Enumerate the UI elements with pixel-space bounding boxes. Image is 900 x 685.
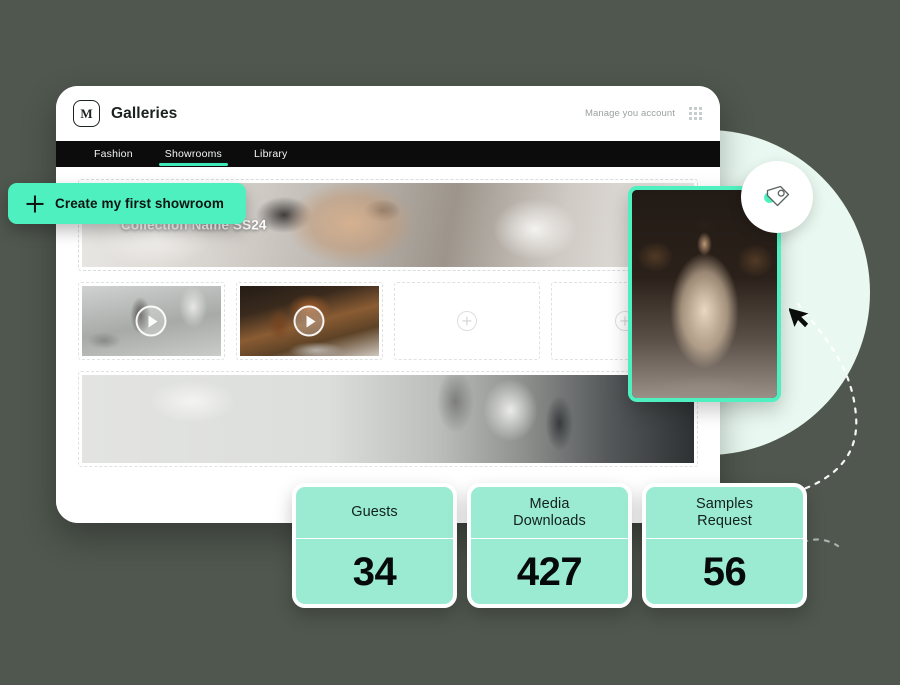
tag-badge[interactable] <box>741 161 813 233</box>
wide-photo-image <box>82 375 694 463</box>
stat-card-media-downloads: Media Downloads 427 <box>467 483 632 608</box>
wide-photo-slot[interactable] <box>78 371 698 467</box>
create-showroom-button[interactable]: Create my first showroom <box>8 183 246 224</box>
stat-value: 56 <box>702 549 747 594</box>
play-icon[interactable] <box>293 305 325 337</box>
screenshot-stage: M Galleries Manage you account Fashion S… <box>0 0 900 685</box>
stat-label-wrap: Guests <box>296 487 453 539</box>
stat-label: Guests <box>351 504 398 521</box>
brand[interactable]: M Galleries <box>73 100 177 127</box>
page-title: Galleries <box>111 104 178 122</box>
manage-account-link[interactable]: Manage you account <box>585 108 675 119</box>
stat-label: Samples Request <box>695 496 754 529</box>
stat-value-wrap: 56 <box>646 539 803 604</box>
thumbnail-slot-video-1[interactable] <box>78 282 225 360</box>
thumbnail-slot-empty-1[interactable] <box>393 282 541 360</box>
stats-row: Guests 34 Media Downloads 427 Samples Requ… <box>292 483 807 608</box>
app-logo-icon: M <box>73 100 100 127</box>
tab-showrooms[interactable]: Showrooms <box>149 141 238 167</box>
stat-value-wrap: 427 <box>471 539 628 604</box>
stat-card-guests: Guests 34 <box>292 483 457 608</box>
stat-label-wrap: Media Downloads <box>471 487 628 539</box>
thumbnail-row <box>78 282 698 360</box>
app-header: M Galleries Manage you account <box>56 86 720 141</box>
thumbnail-image <box>239 286 379 356</box>
plus-icon <box>26 195 43 212</box>
app-window: M Galleries Manage you account Fashion S… <box>56 86 720 523</box>
stat-label: Media Downloads <box>513 496 586 529</box>
plus-icon[interactable] <box>456 311 477 331</box>
create-showroom-label: Create my first showroom <box>55 196 224 211</box>
thumbnail-slot-video-2[interactable] <box>235 282 383 360</box>
logo-letter: M <box>80 106 93 121</box>
tab-strip: Fashion Showrooms Library <box>56 141 720 167</box>
tab-library[interactable]: Library <box>238 141 304 167</box>
stat-label-wrap: Samples Request <box>646 487 803 539</box>
header-actions: Manage you account <box>585 107 702 120</box>
stat-value: 34 <box>352 549 397 594</box>
thumbnail-image <box>82 286 221 356</box>
stat-value-wrap: 34 <box>296 539 453 604</box>
arrow-cursor <box>789 307 809 328</box>
stat-card-samples-request: Samples Request 56 <box>642 483 807 608</box>
tag-icon <box>764 185 790 207</box>
stat-value: 427 <box>516 549 583 594</box>
apps-grid-icon[interactable] <box>689 107 702 120</box>
tab-fashion[interactable]: Fashion <box>78 141 149 167</box>
play-icon[interactable] <box>135 305 167 337</box>
